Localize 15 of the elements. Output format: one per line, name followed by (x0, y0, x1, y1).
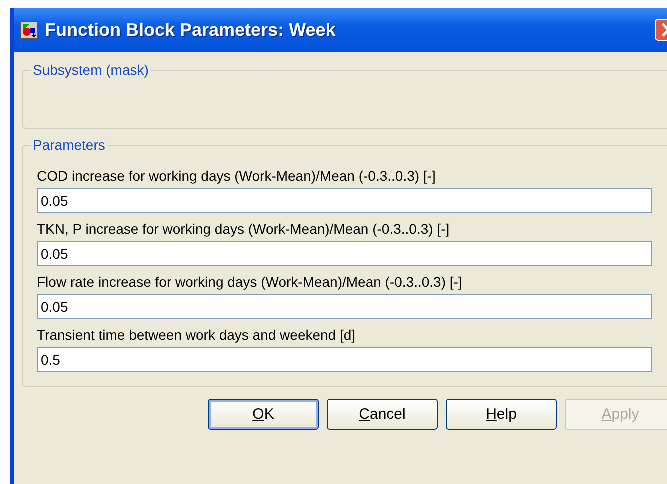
field-label: TKN, P increase for working days (Work-Mean)/Mean (-0.3..0.3) [-] (37, 221, 451, 237)
input-field[interactable]: 0.05 (37, 241, 652, 266)
dialog-button[interactable]: OK (208, 399, 319, 430)
window-title: Function Block Parameters: Week (45, 20, 337, 40)
field-label: COD increase for working days (Work-Mean)/Mean (-0.3..0.3) [-] (37, 168, 437, 184)
group-title: Parameters (31, 137, 108, 153)
block-diagram-icon (20, 21, 38, 39)
dialog-button[interactable]: Help (446, 399, 557, 430)
dialog-button[interactable]: Cancel (327, 399, 438, 430)
input-field[interactable]: 0.5 (37, 347, 652, 372)
input-field[interactable]: 0.05 (37, 188, 652, 213)
group-title: Subsystem (mask) (31, 62, 151, 78)
input-field[interactable]: 0.05 (37, 294, 652, 319)
field-label: Transient time between work days and weekend [d] (37, 327, 357, 343)
field-label: Flow rate increase for working days (Work-Mean)/Mean (-0.3..0.3) [-] (37, 274, 464, 290)
